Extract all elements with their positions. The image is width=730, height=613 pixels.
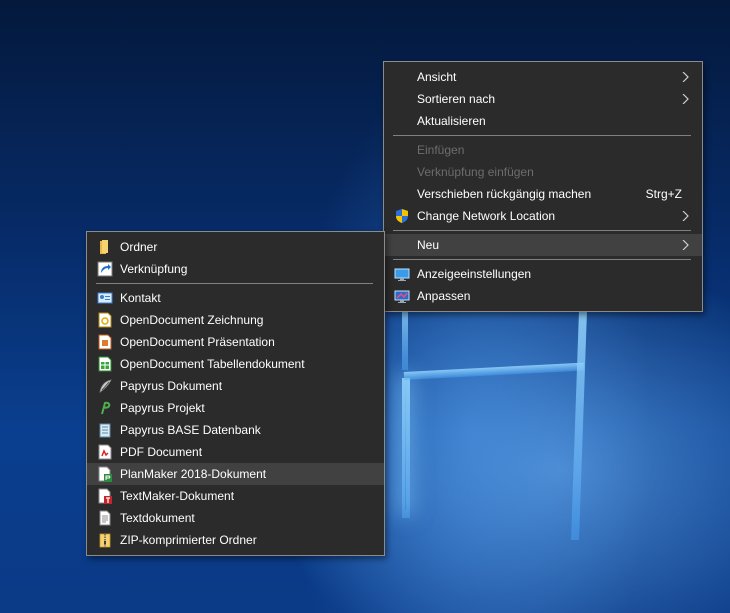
window-pane-bottom-left xyxy=(402,378,410,518)
contact-card-icon xyxy=(97,292,113,304)
menu-separator xyxy=(393,259,691,260)
planmaker-document-icon xyxy=(98,466,112,482)
chevron-right-icon xyxy=(682,211,689,221)
submenu-item-kontakt[interactable]: Kontakt xyxy=(87,287,384,309)
submenu-item-label: Verknüpfung xyxy=(120,262,188,276)
menu-item-ansicht[interactable]: Ansicht xyxy=(384,66,702,88)
papyrus-base-database-icon xyxy=(99,423,111,438)
new-submenu: Ordner Verknüpfung Kontakt OpenDocument … xyxy=(86,231,385,556)
submenu-item-textdokument[interactable]: Textdokument xyxy=(87,507,384,529)
opendocument-presentation-icon xyxy=(98,334,112,350)
submenu-item-pdf[interactable]: PDF Document xyxy=(87,441,384,463)
submenu-item-ordner[interactable]: Ordner xyxy=(87,236,384,258)
menu-separator xyxy=(96,283,373,284)
menu-item-label: Aktualisieren xyxy=(417,114,486,128)
menu-item-label: Verknüpfung einfügen xyxy=(417,165,534,179)
submenu-item-ods[interactable]: OpenDocument Tabellendokument xyxy=(87,353,384,375)
menu-item-neu[interactable]: Neu xyxy=(384,234,702,256)
menu-item-verschieben-rueckgaengig[interactable]: Verschieben rückgängig machen Strg+Z xyxy=(384,183,702,205)
opendocument-spreadsheet-icon xyxy=(98,356,112,372)
menu-item-label: Neu xyxy=(417,238,440,252)
submenu-item-planmaker[interactable]: PlanMaker 2018-Dokument xyxy=(87,463,384,485)
menu-item-label: Anpassen xyxy=(417,289,471,303)
menu-item-label: Ansicht xyxy=(417,70,457,84)
submenu-item-textmaker[interactable]: TextMaker-Dokument xyxy=(87,485,384,507)
submenu-item-label: TextMaker-Dokument xyxy=(120,489,235,503)
submenu-item-label: OpenDocument Präsentation xyxy=(120,335,275,349)
menu-item-label: Anzeigeeinstellungen xyxy=(417,267,532,281)
submenu-item-label: Papyrus Dokument xyxy=(120,379,223,393)
menu-separator xyxy=(393,135,691,136)
menu-item-sortieren-nach[interactable]: Sortieren nach xyxy=(384,88,702,110)
papyrus-project-icon xyxy=(101,401,111,415)
textmaker-document-icon xyxy=(98,488,112,504)
window-pane-right xyxy=(570,310,588,540)
submenu-item-label: OpenDocument Zeichnung xyxy=(120,313,264,327)
personalize-icon xyxy=(394,290,410,303)
chevron-right-icon xyxy=(682,240,689,250)
chevron-right-icon xyxy=(682,72,689,82)
pdf-document-icon xyxy=(98,444,112,460)
menu-item-label: Verschieben rückgängig machen xyxy=(417,187,592,201)
folder-icon xyxy=(100,240,108,254)
papyrus-document-icon xyxy=(99,379,112,393)
menu-item-label: Sortieren nach xyxy=(417,92,496,106)
zip-folder-icon xyxy=(99,533,111,548)
submenu-item-papyrus-dokument[interactable]: Papyrus Dokument xyxy=(87,375,384,397)
submenu-item-verknuepfung[interactable]: Verknüpfung xyxy=(87,258,384,280)
shortcut-icon xyxy=(97,261,113,277)
menu-item-anpassen[interactable]: Anpassen xyxy=(384,285,702,307)
text-document-icon xyxy=(99,510,111,526)
menu-item-change-network-location[interactable]: Change Network Location xyxy=(384,205,702,227)
submenu-item-label: PDF Document xyxy=(120,445,203,459)
uac-shield-icon xyxy=(396,209,408,223)
submenu-item-label: Papyrus Projekt xyxy=(120,401,205,415)
display-settings-icon xyxy=(394,268,410,281)
menu-item-verknuepfung-einfuegen: Verknüpfung einfügen xyxy=(384,161,702,183)
chevron-right-icon xyxy=(682,94,689,104)
menu-item-anzeigeeinstellungen[interactable]: Anzeigeeinstellungen xyxy=(384,263,702,285)
submenu-item-papyrus-base[interactable]: Papyrus BASE Datenbank xyxy=(87,419,384,441)
submenu-item-label: ZIP-komprimierter Ordner xyxy=(120,533,257,547)
submenu-item-label: OpenDocument Tabellendokument xyxy=(120,357,305,371)
submenu-item-odp[interactable]: OpenDocument Präsentation xyxy=(87,331,384,353)
submenu-item-label: Papyrus BASE Datenbank xyxy=(120,423,261,437)
window-pane-horizontal xyxy=(403,362,584,380)
menu-item-label: Change Network Location xyxy=(417,209,556,223)
menu-item-shortcut: Strg+Z xyxy=(645,187,682,201)
menu-item-aktualisieren[interactable]: Aktualisieren xyxy=(384,110,702,132)
submenu-item-zip[interactable]: ZIP-komprimierter Ordner xyxy=(87,529,384,551)
submenu-item-label: Textdokument xyxy=(120,511,195,525)
window-glow xyxy=(405,380,406,510)
submenu-item-odg[interactable]: OpenDocument Zeichnung xyxy=(87,309,384,331)
submenu-item-label: PlanMaker 2018-Dokument xyxy=(120,467,267,481)
submenu-item-papyrus-projekt[interactable]: Papyrus Projekt xyxy=(87,397,384,419)
menu-separator xyxy=(393,230,691,231)
desktop-context-menu: Ansicht Sortieren nach Aktualisieren Ein… xyxy=(383,61,703,312)
submenu-item-label: Ordner xyxy=(120,240,158,254)
menu-item-label: Einfügen xyxy=(417,143,465,157)
menu-item-einfuegen: Einfügen xyxy=(384,139,702,161)
opendocument-drawing-icon xyxy=(98,312,112,328)
submenu-item-label: Kontakt xyxy=(120,291,161,305)
